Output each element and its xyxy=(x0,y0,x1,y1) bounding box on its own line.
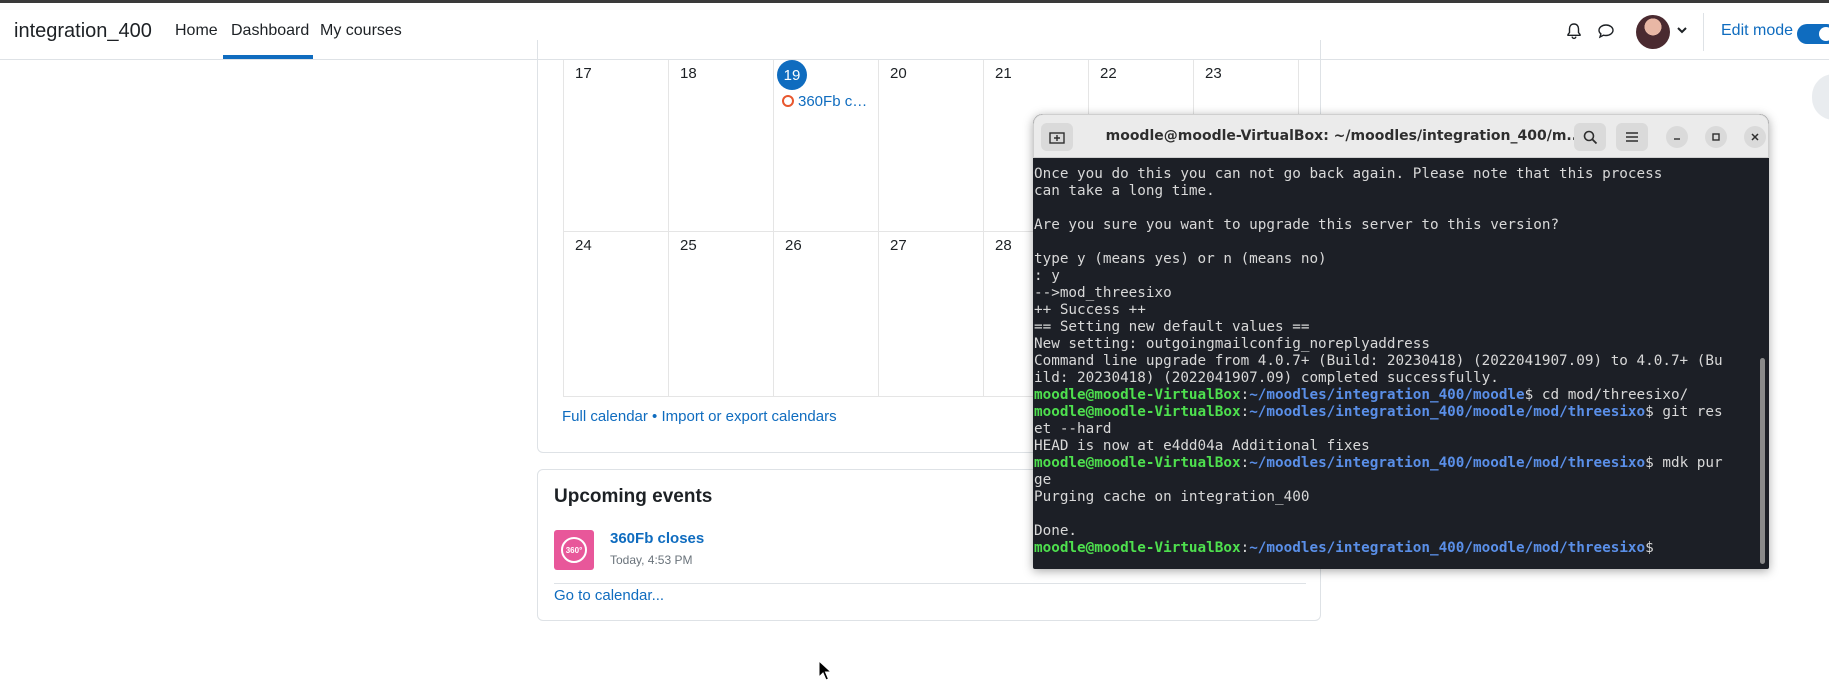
go-to-calendar-link[interactable]: Go to calendar... xyxy=(554,587,664,604)
calendar-footer: Full calendar • Import or export calenda… xyxy=(562,408,837,425)
terminal-line: Once you do this you can not go back aga… xyxy=(1034,166,1663,182)
day-number: 27 xyxy=(890,237,907,254)
day-number: 21 xyxy=(995,65,1012,82)
icon-ring: 360° xyxy=(561,537,587,563)
import-export-link[interactable]: Import or export calendars xyxy=(661,408,836,425)
edit-mode-label: Edit mode xyxy=(1721,22,1794,39)
nav-dashboard[interactable]: Dashboard xyxy=(231,22,309,40)
site-name[interactable]: integration_400 xyxy=(14,20,152,43)
footer-separator: • xyxy=(647,408,662,425)
calendar-day[interactable]: 25 xyxy=(669,231,774,397)
prompt-path: ~/moodles/integration_400/moodle/mod/thr… xyxy=(1249,404,1646,420)
terminal-line: Done. xyxy=(1034,523,1078,539)
terminal-scrollbar[interactable] xyxy=(1760,358,1765,564)
active-nav-indicator xyxy=(223,55,313,59)
calendar-day[interactable]: 24 xyxy=(564,231,669,397)
hamburger-menu-icon[interactable] xyxy=(1616,123,1648,151)
terminal-line: -->mod_threesixo xyxy=(1034,285,1172,301)
bell-icon[interactable] xyxy=(1562,19,1586,43)
terminal-line: HEAD is now at e4dd04a Additional fixes xyxy=(1034,438,1370,454)
terminal-line: moodle@moodle-VirtualBox:~/moodles/integ… xyxy=(1034,387,1761,404)
right-drawer-toggle[interactable] xyxy=(1812,74,1829,120)
calendar-day[interactable]: 26 xyxy=(774,231,879,397)
chevron-down-icon[interactable] xyxy=(1676,23,1688,41)
terminal-line: moodle@moodle-VirtualBox:~/moodles/integ… xyxy=(1034,540,1761,557)
day-number: 18 xyxy=(680,65,697,82)
terminal-search-button[interactable] xyxy=(1574,123,1606,151)
prompt-colon: : xyxy=(1240,540,1250,556)
terminal-title: moodle@moodle-VirtualBox: ~/moodles/inte… xyxy=(1105,128,1583,144)
command-text: $ xyxy=(1645,540,1663,556)
today-marker: 19 xyxy=(777,60,807,90)
prompt-colon: : xyxy=(1240,455,1250,471)
upcoming-divider xyxy=(554,583,1306,584)
terminal-output[interactable]: Once you do this you can not go back aga… xyxy=(1033,166,1761,566)
toggle-knob xyxy=(1819,27,1829,41)
prompt-user: moodle@moodle-VirtualBox xyxy=(1034,455,1241,471)
event-dot-icon xyxy=(782,95,794,107)
day-number: 17 xyxy=(575,65,592,82)
edit-mode-toggle[interactable] xyxy=(1797,24,1829,44)
prompt-user: moodle@moodle-VirtualBox xyxy=(1034,404,1241,420)
day-number: 20 xyxy=(890,65,907,82)
nav-home[interactable]: Home xyxy=(175,22,218,40)
calendar-day[interactable]: 18 xyxy=(669,60,774,231)
event-label: 360Fb c… xyxy=(798,93,868,110)
terminal-line: == Setting new default values == xyxy=(1034,319,1310,335)
terminal-line: Command line upgrade from 4.0.7+ (Build:… xyxy=(1034,353,1723,369)
upcoming-event-link[interactable]: 360Fb closes xyxy=(610,530,704,547)
terminal-line: type y (means yes) or n (means no) xyxy=(1034,251,1327,267)
day-number: 24 xyxy=(575,237,592,254)
terminal-line: ge xyxy=(1034,472,1052,488)
day-number: 28 xyxy=(995,237,1012,254)
full-calendar-link[interactable]: Full calendar xyxy=(562,408,648,425)
prompt-user: moodle@moodle-VirtualBox xyxy=(1034,387,1241,403)
terminal-line: ++ Success ++ xyxy=(1034,302,1146,318)
day-number: 22 xyxy=(1100,65,1117,82)
360-feedback-icon: 360° xyxy=(554,530,594,570)
nav-my-courses[interactable]: My courses xyxy=(320,22,402,40)
upcoming-event-time: Today, 4:53 PM xyxy=(610,553,693,567)
minimize-icon[interactable] xyxy=(1666,126,1688,148)
day-number: 25 xyxy=(680,237,697,254)
maximize-icon[interactable] xyxy=(1705,126,1727,148)
terminal-line: : y xyxy=(1034,268,1060,284)
terminal-line: moodle@moodle-VirtualBox:~/moodles/integ… xyxy=(1034,455,1761,472)
command-text: $ mdk pur xyxy=(1645,455,1723,471)
new-tab-button[interactable] xyxy=(1041,123,1073,151)
mouse-cursor-icon xyxy=(818,659,833,687)
messages-icon[interactable] xyxy=(1594,19,1618,43)
calendar-day[interactable]: 17 xyxy=(564,60,669,231)
terminal-line: ild: 20230418) (2022041907.09) completed… xyxy=(1034,370,1499,386)
prompt-colon: : xyxy=(1240,387,1250,403)
terminal-line: New setting: outgoingmailconfig_noreplya… xyxy=(1034,336,1430,352)
command-text: $ git res xyxy=(1645,404,1723,420)
close-icon[interactable] xyxy=(1744,126,1766,148)
terminal-line: Purging cache on integration_400 xyxy=(1034,489,1310,505)
terminal-titlebar[interactable]: moodle@moodle-VirtualBox: ~/moodles/inte… xyxy=(1033,114,1769,158)
navbar-divider xyxy=(1703,13,1704,51)
prompt-user: moodle@moodle-VirtualBox xyxy=(1034,540,1241,556)
terminal-line: Are you sure you want to upgrade this se… xyxy=(1034,217,1560,233)
prompt-path: ~/moodles/integration_400/moodle/mod/thr… xyxy=(1249,540,1646,556)
terminal-line: moodle@moodle-VirtualBox:~/moodles/integ… xyxy=(1034,404,1761,421)
user-avatar[interactable] xyxy=(1636,15,1670,49)
terminal-line: et --hard xyxy=(1034,421,1112,437)
calendar-day[interactable]: 27 xyxy=(879,231,984,397)
terminal-window[interactable]: moodle@moodle-VirtualBox: ~/moodles/inte… xyxy=(1033,114,1769,569)
prompt-colon: : xyxy=(1240,404,1250,420)
day-number: 26 xyxy=(785,237,802,254)
calendar-day[interactable]: 20 xyxy=(879,60,984,231)
upcoming-events-title: Upcoming events xyxy=(554,486,713,507)
calendar-day-today[interactable]: 19 360Fb c… xyxy=(774,60,879,231)
calendar-event-link[interactable]: 360Fb c… xyxy=(782,93,867,110)
command-text: $ cd mod/threesixo/ xyxy=(1524,387,1689,403)
day-number: 23 xyxy=(1205,65,1222,82)
prompt-path: ~/moodles/integration_400/moodle/mod/thr… xyxy=(1249,455,1646,471)
terminal-line: can take a long time. xyxy=(1034,183,1215,199)
prompt-path: ~/moodles/integration_400/moodle xyxy=(1249,387,1525,403)
